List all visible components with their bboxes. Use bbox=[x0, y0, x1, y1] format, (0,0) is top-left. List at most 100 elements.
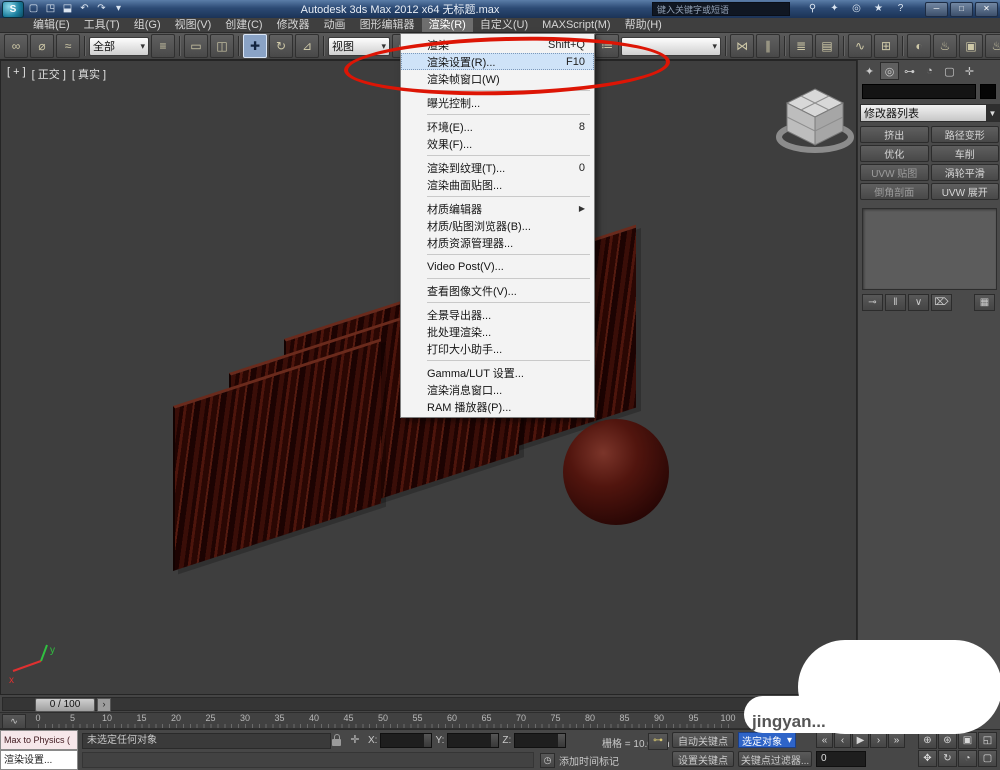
menu-item-render-message-window[interactable]: 渲染消息窗口... bbox=[401, 381, 594, 398]
menu-item-ram-player[interactable]: RAM 播放器(P)... bbox=[401, 398, 594, 415]
menu-item-environment[interactable]: 环境(E)... 8 bbox=[401, 118, 594, 135]
new-scene-icon[interactable]: ▢ bbox=[26, 2, 41, 16]
menu-item-material-editor[interactable]: 材质编辑器 ▶ bbox=[401, 200, 594, 217]
panel-tab-display[interactable]: ▢ bbox=[940, 62, 959, 80]
time-slider-handle[interactable]: 0 / 100 bbox=[35, 698, 95, 712]
menu-item-batch-render[interactable]: 批处理渲染... bbox=[401, 323, 594, 340]
maximize-viewport-toggle-button[interactable]: ▢ bbox=[978, 750, 997, 767]
menu-item-render-surface-map[interactable]: 渲染曲面贴图... bbox=[401, 176, 594, 193]
absolute-mode-icon[interactable]: ✛ bbox=[348, 733, 362, 747]
mirror-icon[interactable]: ⋈ bbox=[730, 34, 754, 58]
menu-item-gamma-lut-setup[interactable]: Gamma/LUT 设置... bbox=[401, 364, 594, 381]
modifier-button-unwrap-uvw[interactable]: UVW 展开 bbox=[930, 183, 999, 200]
select-and-rotate-icon[interactable]: ↻ bbox=[269, 34, 293, 58]
modifier-button-lathe[interactable]: 车削 bbox=[930, 145, 999, 162]
menu-item-material-map-browser[interactable]: 材质/贴图浏览器(B)... bbox=[401, 217, 594, 234]
named-selection-sets-dropdown[interactable]: ▾ bbox=[621, 36, 721, 56]
curve-editor-icon[interactable]: ∿ bbox=[848, 34, 872, 58]
menubar-item-views[interactable]: 视图(V) bbox=[168, 18, 219, 32]
modifier-button-turbosmooth[interactable]: 涡轮平滑 bbox=[930, 164, 999, 181]
bind-to-space-warp-icon[interactable]: ≈ bbox=[56, 34, 80, 58]
viewcube[interactable] bbox=[773, 83, 857, 157]
menubar-item-graph-editors[interactable]: 图形编辑器 bbox=[353, 18, 422, 32]
modifier-button-optimize[interactable]: 优化 bbox=[860, 145, 929, 162]
y-coordinate-input[interactable] bbox=[447, 733, 500, 748]
zoom-all-button[interactable]: ⊛ bbox=[938, 732, 957, 749]
auto-key-button[interactable]: 自动关键点 bbox=[672, 732, 734, 748]
previous-frame-button[interactable]: ‹ bbox=[834, 732, 851, 748]
zoom-region-button[interactable]: ◱ bbox=[978, 732, 997, 749]
panel-tab-create[interactable]: ✦ bbox=[860, 62, 879, 80]
scene-box-front[interactable] bbox=[173, 338, 381, 571]
maxscript-listener-macro-line[interactable]: Max to Physics ( bbox=[0, 730, 78, 750]
menubar-item-modifiers[interactable]: 修改器 bbox=[270, 18, 317, 32]
set-key-icon[interactable]: ⊶ bbox=[648, 733, 668, 750]
key-filters-button[interactable]: 关键点过滤器... bbox=[738, 751, 812, 767]
reference-coordinate-system-dropdown[interactable]: 视图 ▾ bbox=[328, 36, 390, 56]
panel-tab-motion[interactable]: ◔ bbox=[920, 62, 939, 80]
rendered-frame-window-icon[interactable]: ▣ bbox=[959, 34, 983, 58]
render-production-icon[interactable]: ♨ bbox=[985, 34, 1000, 58]
make-unique-icon[interactable]: ∨ bbox=[908, 294, 929, 311]
search-input[interactable]: 键入关键字或短语 bbox=[652, 2, 790, 16]
viewport-pov-menu[interactable]: [ 正交 ] bbox=[32, 66, 66, 82]
help-icon[interactable]: ? bbox=[893, 2, 908, 16]
subscription-center-icon[interactable]: ✦ bbox=[827, 2, 842, 16]
menu-item-material-explorer[interactable]: 材质资源管理器... bbox=[401, 234, 594, 251]
go-to-end-button[interactable]: » bbox=[888, 732, 905, 748]
select-by-name-icon[interactable]: ≡ bbox=[151, 34, 175, 58]
modifier-button-path-deform[interactable]: 路径变形 bbox=[930, 126, 999, 143]
orbit-viewport-button[interactable]: ↻ bbox=[938, 750, 957, 767]
x-coordinate-input[interactable] bbox=[380, 733, 433, 748]
communication-center-icon[interactable]: ◎ bbox=[849, 2, 864, 16]
modifier-list-dropdown[interactable]: 修改器列表 ▼ bbox=[860, 104, 1000, 122]
save-file-icon[interactable]: ⬓ bbox=[60, 2, 75, 16]
menubar-item-group[interactable]: 组(G) bbox=[127, 18, 168, 32]
zoom-button[interactable]: ⊕ bbox=[918, 732, 937, 749]
field-of-view-button[interactable]: ◔ bbox=[958, 750, 977, 767]
menu-item-panorama-exporter[interactable]: 全景导出器... bbox=[401, 306, 594, 323]
app-button-icon[interactable]: S bbox=[2, 0, 24, 18]
menu-item-video-post[interactable]: Video Post(V)... bbox=[401, 258, 594, 275]
current-frame-input[interactable]: 0 bbox=[816, 751, 866, 767]
object-name-field[interactable] bbox=[862, 84, 976, 99]
viewport-general-menu[interactable]: [ + ] bbox=[7, 66, 26, 82]
mini-curve-editor-button[interactable]: ∿ bbox=[2, 714, 26, 729]
pan-view-button[interactable]: ✥ bbox=[918, 750, 937, 767]
play-animation-button[interactable]: ▶ bbox=[852, 732, 869, 748]
remove-modifier-icon[interactable]: ⌦ bbox=[931, 294, 952, 311]
track-bar-ticks[interactable]: 0 5 10 15 20 25 30 35 40 45 50 55 60 65 70 75 80 85 90 95 10… bbox=[30, 713, 850, 728]
menu-item-exposure-control[interactable]: 曝光控制... bbox=[401, 94, 594, 111]
configure-modifier-sets-icon[interactable]: ▦ bbox=[974, 294, 995, 311]
panel-tab-utilities[interactable]: ✛ bbox=[960, 62, 979, 80]
select-and-move-icon[interactable]: ✚ bbox=[243, 34, 267, 58]
window-crossing-icon[interactable]: ◫ bbox=[210, 34, 234, 58]
modifier-button-uvw-map[interactable]: UVW 贴图 bbox=[860, 164, 929, 181]
menubar-item-edit[interactable]: 编辑(E) bbox=[26, 18, 77, 32]
panel-tab-modify[interactable]: ◎ bbox=[880, 62, 899, 80]
z-coordinate-input[interactable] bbox=[514, 733, 567, 748]
menu-item-effects[interactable]: 效果(F)... bbox=[401, 135, 594, 152]
render-setup-icon[interactable]: ♨ bbox=[933, 34, 957, 58]
menubar-item-rendering[interactable]: 渲染(R) bbox=[421, 18, 473, 32]
next-frame-button[interactable]: › bbox=[870, 732, 887, 748]
modifier-stack[interactable] bbox=[862, 208, 997, 290]
align-icon[interactable]: ∥ bbox=[756, 34, 780, 58]
menubar-item-create[interactable]: 创建(C) bbox=[218, 18, 269, 32]
menu-item-rendered-frame-window[interactable]: 渲染帧窗口(W) bbox=[401, 70, 594, 87]
menu-item-render-setup[interactable]: 渲染设置(R)... F10 bbox=[401, 53, 594, 70]
menu-item-print-size-assistant[interactable]: 打印大小助手... bbox=[401, 340, 594, 357]
pin-stack-icon[interactable]: ⊸ bbox=[862, 294, 883, 311]
unlink-selection-icon[interactable]: ⌀ bbox=[30, 34, 54, 58]
material-editor-icon[interactable]: ◐ bbox=[907, 34, 931, 58]
edit-named-selection-sets-icon[interactable]: ≔ bbox=[595, 34, 619, 58]
scene-sphere[interactable] bbox=[563, 419, 669, 525]
selection-filter-dropdown[interactable]: 全部 ▾ bbox=[89, 36, 149, 56]
add-time-tag[interactable]: ◷ 添加时间标记 bbox=[540, 753, 619, 768]
maxscript-listener-script-line[interactable]: 渲染设置... bbox=[0, 750, 78, 770]
menubar-item-help[interactable]: 帮助(H) bbox=[618, 18, 669, 32]
redo-icon[interactable]: ↷ bbox=[94, 2, 109, 16]
key-selection-set-dropdown[interactable]: 选定对象 ▾ bbox=[738, 732, 796, 748]
menubar-item-maxscript[interactable]: MAXScript(M) bbox=[535, 18, 617, 32]
zoom-extents-all-button[interactable]: ▣ bbox=[958, 732, 977, 749]
